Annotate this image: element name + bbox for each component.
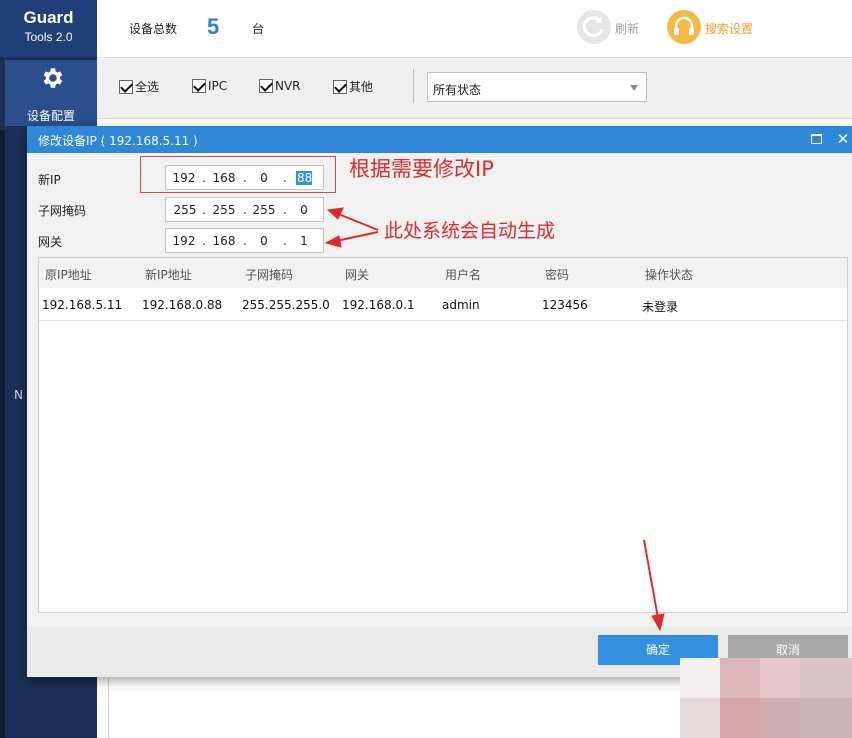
dialog-titlebar: 修改设备IP ( 192.168.5.11 ) ✕ <box>27 126 852 153</box>
column-header[interactable]: 原IP地址 <box>45 266 92 283</box>
refresh-icon <box>577 10 611 44</box>
app-logo: Guard Tools 2.0 <box>0 0 97 57</box>
column-header[interactable]: 网关 <box>345 266 369 283</box>
other-checkbox[interactable]: 其他 <box>333 78 373 96</box>
header-bar: 设备总数 5 台 刷新 搜索设置 <box>97 0 852 58</box>
column-header[interactable]: 新IP地址 <box>145 266 192 283</box>
ip-octet[interactable]: 0 <box>296 203 312 217</box>
ipc-checkbox[interactable]: IPC <box>192 78 227 96</box>
sidebar-item-partial: N <box>14 388 23 402</box>
checkbox-checked-icon <box>259 78 273 93</box>
device-count-value: 5 <box>207 14 220 39</box>
gateway-label: 网关 <box>38 235 63 249</box>
gear-icon <box>43 68 63 88</box>
table-cell: admin <box>442 298 480 312</box>
logo-title: Guard <box>23 8 74 27</box>
sidebar-item-device-config[interactable]: 设备配置 <box>5 60 97 126</box>
edit-ip-dialog: 修改设备IP ( 192.168.5.11 ) ✕ 新IP 192 . 168 … <box>27 126 852 677</box>
maximize-icon[interactable] <box>811 134 822 144</box>
table-cell: 123456 <box>542 298 588 312</box>
checkbox-checked-icon <box>192 78 206 93</box>
device-count-unit: 台 <box>252 22 265 36</box>
annotation-modify-ip: 根据需要修改IP <box>349 157 494 181</box>
ip-octet[interactable]: 255 <box>251 203 277 217</box>
checkbox-checked-icon <box>119 79 133 94</box>
ip-octet-selected[interactable]: 88 <box>296 171 312 185</box>
device-count-label: 设备总数 <box>129 22 178 36</box>
column-header[interactable]: 操作状态 <box>645 266 693 283</box>
table-cell: 192.168.5.11 <box>42 298 123 312</box>
checkbox-label: NVR <box>275 78 301 93</box>
table-cell: 未登录 <box>642 300 679 314</box>
sidebar-item-label: 设备配置 <box>26 109 75 123</box>
table-header: 原IP地址 新IP地址 子网掩码 网关 用户名 密码 操作状态 <box>39 258 847 288</box>
ip-octet[interactable]: 0 <box>254 171 274 185</box>
ip-octet[interactable]: 192 <box>172 234 196 248</box>
checkbox-label: 其他 <box>349 80 374 94</box>
filter-bar: 全选 IPC NVR 其他 所有状态 <box>97 59 852 119</box>
subnet-label: 子网掩码 <box>38 204 87 218</box>
table-cell: 192.168.0.88 <box>142 298 223 312</box>
refresh-button[interactable]: 刷新 <box>577 10 657 46</box>
annotation-auto-generated: 此处系统会自动生成 <box>384 220 556 242</box>
ip-octet[interactable]: 192 <box>172 171 196 185</box>
status-dropdown[interactable]: 所有状态 <box>427 72 647 102</box>
ip-octet[interactable]: 255 <box>172 203 198 217</box>
ip-octet[interactable]: 1 <box>296 234 312 248</box>
column-header[interactable]: 用户名 <box>445 266 481 283</box>
table-cell: 192.168.0.1 <box>342 298 415 312</box>
search-settings-label: 搜索设置 <box>705 22 754 36</box>
ip-octet[interactable]: 0 <box>254 234 274 248</box>
checkbox-checked-icon <box>333 79 347 94</box>
status-dropdown-value: 所有状态 <box>433 83 482 97</box>
refresh-label: 刷新 <box>615 22 640 36</box>
subnet-field[interactable]: 255 . 255 . 255 . 0 <box>165 197 324 222</box>
column-header[interactable]: 密码 <box>545 266 569 283</box>
ip-octet[interactable]: 168 <box>211 234 237 248</box>
select-all-checkbox[interactable]: 全选 <box>119 78 159 96</box>
headset-icon <box>667 10 701 44</box>
checkbox-label: IPC <box>208 78 228 93</box>
table-cell: 255.255.255.0 <box>242 298 330 312</box>
device-ip-table: 原IP地址 新IP地址 子网掩码 网关 用户名 密码 操作状态 192.168.… <box>38 257 848 613</box>
column-header[interactable]: 子网掩码 <box>245 266 293 283</box>
chevron-down-icon <box>630 85 638 91</box>
watermark-mosaic <box>680 658 852 738</box>
gateway-field[interactable]: 192 . 168 . 0 . 1 <box>165 228 324 253</box>
new-ip-label: 新IP <box>38 173 61 187</box>
new-ip-field[interactable]: 192 . 168 . 0 . 88 <box>165 165 324 190</box>
logo-version: Tools 2.0 <box>24 30 73 44</box>
ip-octet[interactable]: 168 <box>211 171 237 185</box>
sidebar-shadow <box>0 130 5 738</box>
nvr-checkbox[interactable]: NVR <box>259 78 301 96</box>
search-settings-button[interactable]: 搜索设置 <box>667 10 767 46</box>
divider <box>413 69 414 103</box>
ip-octet[interactable]: 255 <box>211 203 237 217</box>
dialog-title: 修改设备IP ( 192.168.5.11 ) <box>38 134 198 148</box>
close-icon[interactable]: ✕ <box>835 130 851 148</box>
checkbox-label: 全选 <box>135 80 160 94</box>
table-row[interactable]: 192.168.5.11 192.168.0.88 255.255.255.0 … <box>39 289 847 321</box>
